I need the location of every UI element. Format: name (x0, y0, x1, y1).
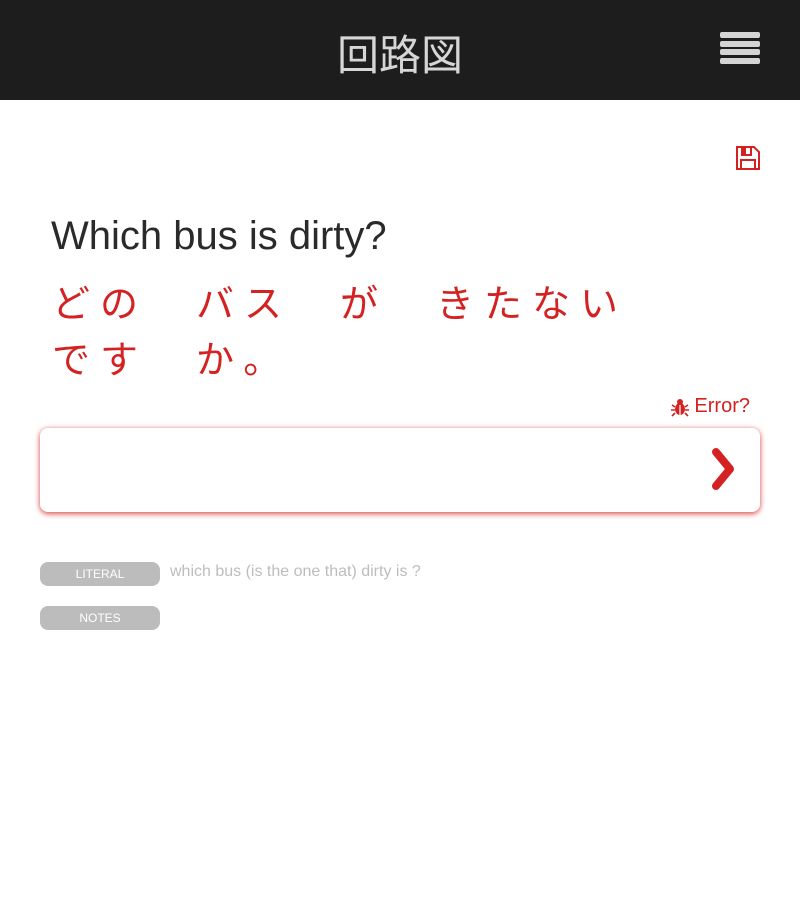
top-bar: 回路図 (0, 0, 800, 100)
japanese-word: きたない (436, 282, 629, 326)
error-label: Error? (694, 395, 750, 417)
bug-icon (671, 398, 690, 417)
question-japanese: どの バス が きたない です か。 (52, 276, 692, 388)
answer-input[interactable] (60, 448, 684, 494)
japanese-line: です か。 (52, 332, 692, 388)
answer-box (40, 428, 760, 512)
hamburger-menu-icon[interactable] (720, 32, 760, 64)
floppy-disk-icon[interactable] (735, 145, 761, 171)
japanese-word: か。 (196, 338, 292, 382)
japanese-word: どの (52, 282, 149, 326)
notes-tag[interactable]: NOTES (40, 606, 160, 630)
report-error-link[interactable]: Error? (671, 395, 750, 418)
app-title: 回路図 (336, 31, 463, 80)
japanese-word: です (52, 338, 149, 382)
chevron-right-icon[interactable] (708, 446, 740, 492)
question-english: Which bus is dirty? (51, 214, 387, 258)
japanese-line: どの バス が きたない (52, 276, 692, 332)
japanese-word: バス (196, 282, 293, 326)
literal-tag[interactable]: LITERAL (40, 562, 160, 586)
literal-translation: which bus (is the one that) dirty is ? (170, 563, 421, 580)
japanese-word: が (340, 282, 389, 326)
